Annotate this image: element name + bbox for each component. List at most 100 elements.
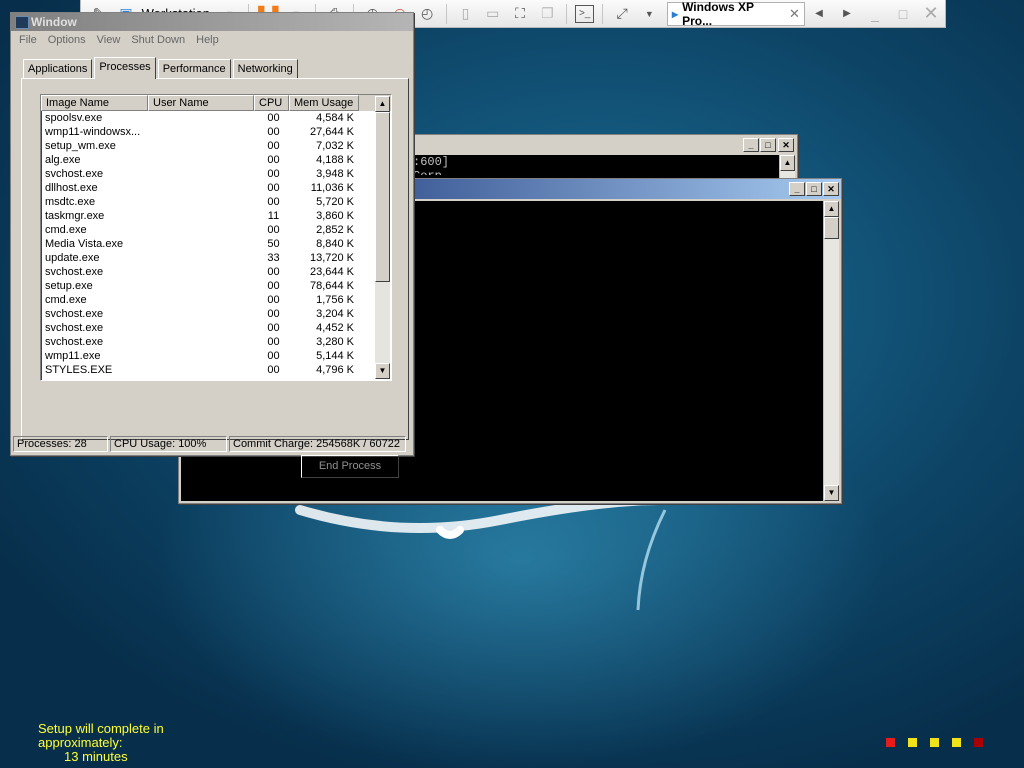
setup-time-remaining: Setup will complete in approximately: 13… [38, 722, 164, 764]
scroll-thumb[interactable] [375, 112, 390, 282]
vm-tab-label: Windows XP Pro... [682, 0, 754, 28]
process-cpu: 11 [267, 210, 280, 222]
normal-view-icon[interactable]: ▯ [455, 3, 476, 25]
table-row[interactable]: svchost.exe 00 4,452 K [41, 321, 391, 335]
process-list[interactable]: Image Name User Name CPU Mem Usage spool… [40, 94, 392, 381]
process-mem: 78,644 K [309, 280, 354, 292]
tab-processes[interactable]: Processes [94, 57, 156, 79]
unity-icon[interactable]: ❐ [537, 3, 558, 25]
table-row[interactable]: dllhost.exe 00 11,036 K [41, 181, 391, 195]
scroll-up-icon[interactable]: ▲ [780, 155, 795, 171]
progress-dot [974, 738, 983, 747]
scroll-down-icon[interactable]: ▼ [824, 485, 839, 501]
table-row[interactable]: svchost.exe 00 3,280 K [41, 335, 391, 349]
scroll-down-icon[interactable]: ▼ [375, 363, 390, 379]
column-mem-usage[interactable]: Mem Usage [289, 95, 359, 111]
column-image-name[interactable]: Image Name [41, 95, 148, 111]
menu-view[interactable]: View [97, 34, 121, 46]
tab-networking[interactable]: Networking [232, 59, 298, 78]
full-screen-icon[interactable]: ⛶ [509, 3, 530, 25]
setup-line: approximately: [38, 735, 123, 750]
table-row[interactable]: setup.exe 00 78,644 K [41, 279, 391, 293]
progress-dot [952, 738, 961, 747]
column-user-name[interactable]: User Name [148, 95, 254, 111]
scrollbar[interactable]: ▲ ▼ [823, 201, 839, 501]
table-row[interactable]: update.exe 33 13,720 K [41, 251, 391, 265]
process-name: dllhost.exe [45, 182, 98, 194]
titlebar[interactable]: Window [11, 13, 413, 31]
minimize-icon[interactable]: _ [864, 3, 886, 25]
menu-help[interactable]: Help [196, 34, 219, 46]
menu-shut-down[interactable]: Shut Down [131, 34, 185, 46]
next-icon[interactable]: ▶ [836, 3, 858, 25]
status-bar: Processes: 28 CPU Usage: 100% Commit Cha… [13, 436, 411, 452]
process-user [148, 111, 254, 125]
maximize-icon[interactable]: □ [760, 138, 776, 152]
chevron-down-icon[interactable]: ▼ [639, 3, 660, 25]
table-row[interactable]: cmd.exe 00 1,756 K [41, 293, 391, 307]
task-manager-window[interactable]: Window File Options View Shut Down Help … [10, 12, 414, 478]
process-mem: 23,644 K [309, 266, 354, 278]
progress-dot [908, 738, 917, 747]
process-cpu: 00 [267, 266, 280, 278]
scroll-thumb[interactable] [824, 217, 839, 239]
scrollbar[interactable]: ▲ ▼ [375, 96, 390, 379]
quick-switch-icon[interactable]: ▭ [482, 3, 503, 25]
process-cpu: 00 [267, 322, 280, 334]
scroll-up-icon[interactable]: ▲ [375, 96, 390, 112]
processes-panel: Image Name User Name CPU Mem Usage spool… [21, 78, 409, 478]
process-cpu: 00 [267, 224, 280, 236]
process-name: svchost.exe [45, 266, 104, 278]
process-cpu: 50 [267, 238, 280, 250]
table-row[interactable]: msdtc.exe 00 5,720 K [41, 195, 391, 209]
status-commit-charge: Commit Charge: 254568K / 60722 [229, 436, 406, 452]
end-process-button[interactable]: End Process [301, 455, 399, 478]
prev-icon[interactable]: ◀ [808, 3, 830, 25]
process-user [148, 209, 254, 223]
table-row[interactable]: svchost.exe 00 3,204 K [41, 307, 391, 321]
console-icon[interactable]: >_ [575, 4, 595, 23]
process-name: STYLES.EXE [45, 364, 113, 376]
tab-applications[interactable]: Applications [23, 59, 93, 78]
maximize-icon[interactable]: □ [806, 182, 822, 196]
tab-performance[interactable]: Performance [157, 59, 231, 78]
close-icon[interactable]: ✕ [778, 138, 794, 152]
minimize-icon[interactable]: _ [743, 138, 759, 152]
console-line: Corp. [413, 169, 781, 175]
vm-tab[interactable]: ▸ Windows XP Pro... ✕ [667, 0, 805, 28]
manage-snapshot-icon[interactable]: ◴ [417, 3, 438, 25]
menu-file[interactable]: File [19, 34, 37, 46]
process-mem: 3,860 K [316, 210, 354, 222]
close-tab-icon[interactable]: ✕ [789, 6, 800, 22]
progress-dot [930, 738, 939, 747]
process-mem: 1,756 K [316, 294, 354, 306]
table-row[interactable]: taskmgr.exe 11 3,860 K [41, 209, 391, 223]
table-row[interactable]: wmp11-windowsx... 00 27,644 K [41, 125, 391, 139]
table-row[interactable]: alg.exe 00 4,188 K [41, 153, 391, 167]
console-window-back[interactable]: _ □ ✕ :600] Corp. ▲ [412, 134, 798, 184]
stretch-icon[interactable]: ⤢ [611, 3, 632, 25]
list-header: Image Name User Name CPU Mem Usage [41, 95, 391, 111]
table-row[interactable]: Media Vista.exe 50 8,840 K [41, 237, 391, 251]
maximize-icon[interactable]: □ [892, 3, 914, 25]
process-name: svchost.exe [45, 336, 104, 348]
table-row[interactable]: svchost.exe 00 23,644 K [41, 265, 391, 279]
menu-options[interactable]: Options [48, 34, 86, 46]
status-processes: Processes: 28 [13, 436, 108, 452]
table-row[interactable]: setup_wm.exe 00 7,032 K [41, 139, 391, 153]
close-icon[interactable]: ✕ [823, 182, 839, 196]
status-cpu-usage: CPU Usage: 100% [110, 436, 227, 452]
column-cpu[interactable]: CPU [254, 95, 289, 111]
progress-dot [886, 738, 895, 747]
table-row[interactable]: svchost.exe 00 3,948 K [41, 167, 391, 181]
scroll-up-icon[interactable]: ▲ [824, 201, 839, 217]
table-row[interactable]: spoolsv.exe 00 4,584 K [41, 111, 391, 125]
table-row[interactable]: STYLES.EXE 00 4,796 K [41, 363, 391, 377]
titlebar[interactable]: _ □ ✕ [413, 135, 797, 153]
minimize-icon[interactable]: _ [789, 182, 805, 196]
process-mem: 8,840 K [316, 238, 354, 250]
table-row[interactable]: cmd.exe 00 2,852 K [41, 223, 391, 237]
close-icon[interactable]: ✕ [920, 3, 942, 25]
process-user [148, 139, 254, 153]
table-row[interactable]: wmp11.exe 00 5,144 K [41, 349, 391, 363]
